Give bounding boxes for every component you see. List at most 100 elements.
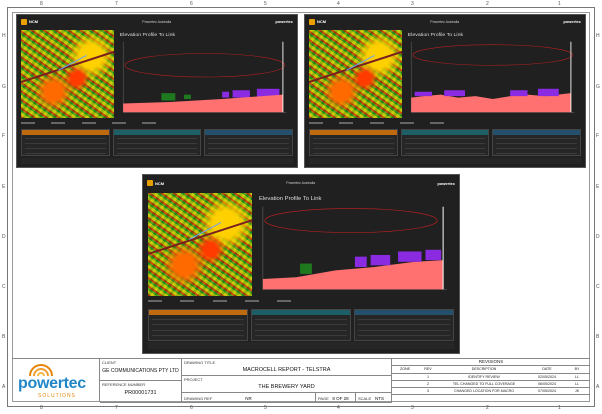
brand-name: powertec (18, 375, 86, 392)
col-zone: ZONE (400, 367, 410, 371)
project-label: PROJECT (184, 377, 203, 382)
row-label: C (596, 284, 600, 290)
drawing-sheet: 8 7 6 5 4 3 2 1 8 7 6 5 4 3 2 1 H G F E … (0, 0, 602, 414)
rev-by: LL (575, 382, 579, 386)
row-label: G (596, 84, 600, 90)
panel-header: NCM Powertec Australia powertec (305, 15, 585, 29)
col-label: 4 (337, 1, 340, 7)
report-panel-top-right: NCM Powertec Australia powertec Elevatio… (304, 14, 586, 168)
row-label: C (2, 284, 6, 290)
elevation-profile: Elevation Profile To Link (118, 30, 292, 118)
panel-header: NCM Powertec Australia powertec (143, 175, 459, 191)
drawing-title-label: DRAWING TITLE (184, 360, 216, 365)
coverage-heatmap (21, 30, 114, 119)
drawing-ref-cell: DRAWING REF NR (182, 393, 316, 403)
footnote (309, 157, 581, 164)
elevation-profile: Elevation Profile To Link (257, 193, 453, 296)
company-logo: powertec SOLUTIONS (12, 358, 100, 402)
panel-logo: powertec (275, 19, 293, 25)
panel-title: Powertec Australia (286, 181, 316, 185)
plot-heading: Elevation Profile To Link (259, 196, 322, 202)
panel-brand: NCM (155, 180, 165, 186)
client-cell: CLIENT GE COMMUNICATIONS PTY LTD (100, 359, 182, 381)
rev-by: LL (575, 375, 579, 379)
col-label: 7 (115, 405, 118, 411)
col-label: 1 (558, 1, 561, 7)
revisions-heading-row: REVISIONS (392, 358, 590, 366)
col-label: 8 (40, 1, 43, 7)
col-label: 6 (190, 1, 193, 7)
col-label: 8 (40, 405, 43, 411)
revisions-columns: ZONE REV DESCRIPTION DATE BY (392, 366, 590, 374)
col-label: 7 (115, 1, 118, 7)
ncm-logo-icon (21, 18, 27, 25)
reference-value: PR00001731 (124, 390, 157, 396)
panel-title: Powertec Australia (142, 19, 172, 24)
revisions-heading: REVISIONS (478, 359, 504, 364)
data-tables (309, 129, 581, 157)
row-label: E (2, 184, 6, 190)
project-cell: PROJECT THE BREWERY YARD (182, 376, 392, 393)
col-label: 4 (337, 405, 340, 411)
table-right (354, 308, 455, 341)
col-label: 2 (486, 405, 489, 411)
revision-row: 2 TEL CHANGED TO FULL COVERAGE 06/05/202… (392, 381, 590, 388)
rev-date: 07/05/2024 (538, 389, 556, 393)
client-label: CLIENT (102, 360, 117, 365)
revision-row: 3 CHANGED LOCATION FOR MACRO 07/05/2024 … (392, 388, 590, 395)
row-label: G (2, 84, 6, 90)
row-label: D (596, 234, 600, 240)
drawing-title-value: MACROCELL REPORT - TELSTRA (242, 367, 331, 373)
revisions-table: REVISIONS ZONE REV DESCRIPTION DATE BY 1… (392, 358, 590, 402)
table-left (147, 308, 248, 341)
table-middle (112, 129, 202, 157)
rev-number: 1 (427, 375, 429, 379)
page-cell: PAGE 8 OF 28 (316, 393, 356, 403)
col-label: 2 (486, 1, 489, 7)
panel-title: Powertec Australia (430, 19, 460, 24)
col-by: BY (574, 367, 580, 371)
plot-heading: Elevation Profile To Link (120, 32, 176, 37)
table-left (309, 129, 398, 157)
row-label: A (596, 384, 600, 390)
revision-row: 1 IDENTIFY REVIEW 02/05/2024 LL (392, 374, 590, 381)
rev-description: CHANGED LOCATION FOR MACRO (453, 389, 515, 393)
panel-logo: powertec (437, 180, 455, 186)
legend (21, 120, 293, 126)
brand-subtitle: SOLUTIONS (38, 393, 76, 399)
footnote (147, 342, 455, 350)
col-label: 5 (264, 405, 267, 411)
row-label: B (596, 334, 600, 340)
panel-header: NCM Powertec Australia powertec (17, 15, 297, 29)
rev-description: IDENTIFY REVIEW (468, 375, 500, 379)
project-value: THE BREWERY YARD (258, 384, 315, 390)
row-label: A (2, 384, 6, 390)
table-middle (400, 129, 490, 157)
report-panel-top-left: NCM Powertec Australia powertec Elevatio… (16, 14, 298, 168)
col-label: 5 (264, 1, 267, 7)
rev-date: 06/05/2024 (538, 382, 556, 386)
panel-logo: powertec (563, 19, 581, 25)
table-right (204, 129, 293, 157)
reference-label: REFERENCE NUMBER (102, 382, 146, 387)
legend (147, 298, 455, 305)
signal-arcs-icon (29, 364, 53, 376)
legend (309, 120, 581, 126)
col-label: 1 (558, 405, 561, 411)
panel-brand: NCM (29, 19, 39, 25)
reference-cell: REFERENCE NUMBER PR00001731 (100, 381, 182, 403)
table-left (21, 129, 110, 157)
col-rev: REV (424, 367, 432, 371)
data-tables (147, 308, 455, 341)
row-label: B (2, 334, 6, 340)
drawing-title-cell: DRAWING TITLE MACROCELL REPORT - TELSTRA (182, 359, 392, 376)
rev-by: JK (574, 389, 580, 393)
row-label: F (2, 133, 6, 139)
col-description: DESCRIPTION (471, 367, 497, 371)
client-value: GE COMMUNICATIONS PTY LTD (102, 368, 179, 374)
coverage-heatmap (147, 192, 252, 297)
row-label: F (596, 133, 600, 139)
row-label: D (2, 234, 6, 240)
col-label: 6 (190, 405, 193, 411)
table-right (492, 129, 581, 157)
